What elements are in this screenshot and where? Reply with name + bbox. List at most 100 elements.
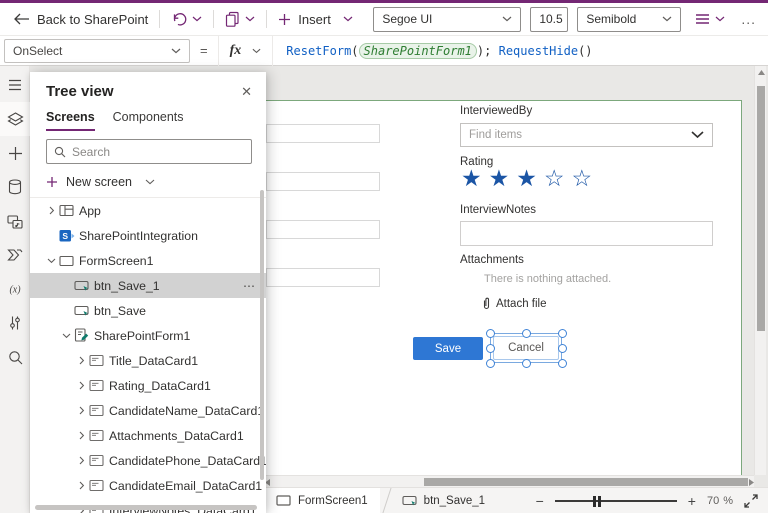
chevron-down-icon[interactable] <box>44 256 59 265</box>
rail-search-icon[interactable] <box>0 340 30 374</box>
chevron-right-icon[interactable] <box>74 431 89 440</box>
tab-components[interactable]: Components <box>113 110 184 131</box>
tree-item-CandidateEmail_DataCard1[interactable]: CandidateEmail_DataCard1 <box>30 473 266 498</box>
selection-handle[interactable] <box>521 328 531 338</box>
tree-item-SharePointIntegration[interactable]: S SharePointIntegration <box>30 223 266 248</box>
text-align-chevron <box>715 16 725 22</box>
text-input[interactable] <box>266 172 380 191</box>
save-button[interactable]: Save <box>413 337 483 360</box>
chevron-right-icon[interactable] <box>74 381 89 390</box>
canvas-horizontal-scrollbar[interactable] <box>262 475 754 487</box>
screen-tab[interactable]: FormScreen1 <box>266 488 380 513</box>
chevron-right-icon[interactable] <box>44 206 59 215</box>
tree-horizontal-scrollbar[interactable] <box>35 505 257 510</box>
tree-item-CandidateName_DataCard1[interactable]: CandidateName_DataCard1 <box>30 398 266 423</box>
tree-item-label: btn_Save <box>94 303 146 318</box>
chevron-right-icon[interactable] <box>74 356 89 365</box>
property-selector-dropdown[interactable]: OnSelect <box>4 38 190 63</box>
chevron-right-icon[interactable] <box>74 481 89 490</box>
tree-item-Rating_DataCard1[interactable]: Rating_DataCard1 <box>30 373 266 398</box>
selection-handle[interactable] <box>557 358 567 368</box>
rail-variables-icon[interactable]: (x) <box>0 272 30 306</box>
text-align-button[interactable] <box>695 13 725 25</box>
rail-menu-icon[interactable] <box>0 68 30 102</box>
selection-handle[interactable] <box>485 343 495 353</box>
scrollbar-thumb[interactable] <box>424 478 748 486</box>
selection-handle[interactable] <box>557 343 567 353</box>
tree-item-CandidatePhone_DataCard1[interactable]: CandidatePhone_DataCard1 <box>30 448 266 473</box>
tree-search-box[interactable] <box>46 139 252 164</box>
rail-advanced-tools-icon[interactable] <box>0 306 30 340</box>
scrollbar-thumb[interactable] <box>757 86 765 331</box>
selection-handle[interactable] <box>485 358 495 368</box>
tree-view-tabs: Screens Components <box>30 104 266 131</box>
interviewnotes-input[interactable] <box>460 221 713 246</box>
selection-handle[interactable] <box>485 328 495 338</box>
new-screen-button[interactable]: New screen <box>30 166 266 198</box>
text-input[interactable] <box>266 124 380 143</box>
tree-item-SharePointForm1[interactable]: SharePointForm1 <box>30 323 266 348</box>
font-weight-dropdown[interactable]: Semibold <box>577 6 682 32</box>
back-to-sharepoint-button[interactable]: Back to SharePoint <box>14 12 148 27</box>
interviewedby-combobox[interactable]: Find items <box>460 123 713 147</box>
chevron-down-icon[interactable] <box>59 331 74 340</box>
tree-item-label: SharePointForm1 <box>94 328 191 343</box>
attach-file-button[interactable]: Attach file <box>482 297 547 311</box>
plus-icon <box>46 176 58 188</box>
rail-tree-view-icon[interactable] <box>0 102 30 136</box>
star-filled-icon[interactable]: ★ <box>489 165 517 191</box>
star-filled-icon[interactable]: ★ <box>516 165 544 191</box>
paste-button[interactable] <box>225 11 240 28</box>
undo-button[interactable] <box>171 12 187 27</box>
formula-input[interactable]: ResetForm(SharePointForm1); RequestHide(… <box>286 42 593 59</box>
zoom-slider-thumb[interactable] <box>592 495 601 507</box>
toolbar-overflow-button[interactable]: ... <box>741 11 756 27</box>
app-icon <box>59 204 79 217</box>
close-icon[interactable]: ✕ <box>241 84 252 100</box>
rail-insert-icon[interactable] <box>0 136 30 170</box>
tree-item-App[interactable]: App <box>30 198 266 223</box>
selection-handle[interactable] <box>557 328 567 338</box>
zoom-percentage: 70 % <box>707 495 733 507</box>
star-empty-icon[interactable]: ☆ <box>572 165 600 191</box>
fit-to-window-icon[interactable] <box>744 493 758 508</box>
tab-screens[interactable]: Screens <box>46 110 95 131</box>
chevron-right-icon[interactable] <box>74 456 89 465</box>
zoom-in-button[interactable]: + <box>688 493 696 509</box>
selection-handle[interactable] <box>521 358 531 368</box>
fx-menu-button[interactable]: fx <box>217 35 274 66</box>
insert-button[interactable]: Insert <box>278 12 353 27</box>
tree-view-header: Tree view ✕ <box>30 72 266 104</box>
rail-power-automate-icon[interactable] <box>0 238 30 272</box>
search-input[interactable] <box>72 144 242 159</box>
scroll-up-arrow-icon[interactable] <box>758 70 765 75</box>
selected-control-crumb[interactable]: btn_Save_1 <box>394 494 485 508</box>
tree-item-FormScreen1[interactable]: FormScreen1 <box>30 248 266 273</box>
tree-item-Attachments_DataCard1[interactable]: Attachments_DataCard1 <box>30 423 266 448</box>
zoom-value: 70 <box>706 494 720 507</box>
tree-item-Title_DataCard1[interactable]: Title_DataCard1 <box>30 348 266 373</box>
zoom-slider[interactable] <box>554 494 677 508</box>
text-input[interactable] <box>266 268 380 287</box>
zoom-out-button[interactable]: − <box>536 493 544 509</box>
undo-icon <box>171 12 187 27</box>
undo-menu-chevron[interactable] <box>192 16 202 22</box>
canvas-vertical-scrollbar[interactable] <box>754 66 766 475</box>
rail-media-icon[interactable] <box>0 204 30 238</box>
scroll-right-arrow-icon[interactable] <box>749 479 754 486</box>
star-empty-icon[interactable]: ☆ <box>544 165 572 191</box>
star-filled-icon[interactable]: ★ <box>461 165 489 191</box>
tree-item-btn_Save[interactable]: btn_Save <box>30 298 266 323</box>
cancel-button[interactable]: Cancel <box>493 336 559 360</box>
chevron-right-icon[interactable] <box>74 406 89 415</box>
rating-stars[interactable]: ★★★☆☆ <box>461 164 599 192</box>
tree-vertical-scrollbar[interactable] <box>260 190 264 480</box>
rail-data-icon[interactable] <box>0 170 30 204</box>
font-size-input[interactable]: 10.5 <box>530 6 569 32</box>
text-input[interactable] <box>266 220 380 239</box>
datacard-icon <box>89 379 109 392</box>
paste-menu-chevron[interactable] <box>245 16 255 22</box>
font-family-dropdown[interactable]: Segoe UI <box>373 6 522 32</box>
powerapps-studio-window: Back to SharePoint Insert Segoe UI 10.5 … <box>0 0 768 513</box>
tree-item-btn_Save_1[interactable]: btn_Save_1 ⋯ <box>30 273 266 298</box>
